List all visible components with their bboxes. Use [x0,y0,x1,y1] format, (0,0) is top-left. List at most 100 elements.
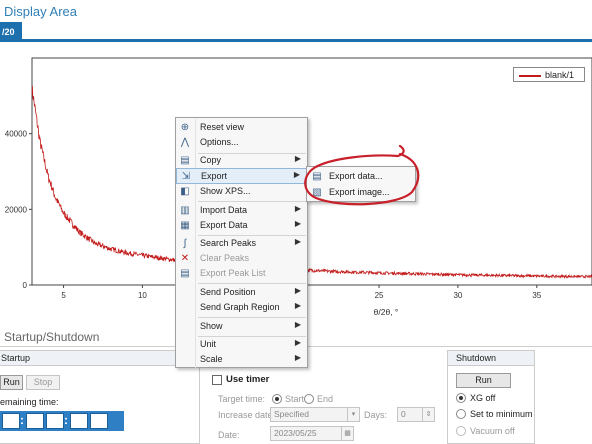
menu-item-reset-view[interactable]: ⊕ Reset view [176,120,307,136]
chevron-right-icon: ▶ [294,320,301,329]
menu-item-label: Show XPS... [200,186,251,196]
menu-item-send-graph-region[interactable]: Send Graph Region ▶ [176,300,307,316]
zoom-reset-icon: ⊕ [180,122,190,133]
calendar-icon: ▦ [341,427,353,440]
set-minimum-label: Set to minimum [470,409,533,419]
menu-item-label: Export [201,171,228,181]
menu-separator [198,283,306,284]
menu-item-label: Send Position [200,287,256,297]
startup-stop-button[interactable]: Stop [26,375,60,390]
menu-item-label: Clear Peaks [200,253,250,263]
menu-item-label: Send Graph Region [200,302,280,312]
tab-scan[interactable]: /20 [0,22,22,42]
menu-item-export-peak-list[interactable]: ▤ Export Peak List [176,266,307,282]
menu-item-options[interactable]: ⋀ Options... [176,135,307,151]
increase-date-label: Increase date: [218,410,276,420]
y-tick-label: 0 [23,281,28,290]
increase-date-select[interactable]: Specified ▾ [270,407,360,422]
shutdown-run-button[interactable]: Run [456,373,511,388]
startup-panel: Startup Run Stop emaining time: : : [0,350,200,444]
xg-off-radio[interactable] [456,393,466,403]
export-data-icon: ▦ [180,220,190,231]
target-start-label: Start [285,394,305,404]
target-start-radio[interactable] [272,394,282,404]
menu-item-label: Copy [200,155,222,165]
startup-header: Startup [0,351,199,366]
shutdown-header: Shutdown [448,351,534,366]
increase-date-value: Specified [274,409,309,419]
menu-item-export-data[interactable]: ▦ Export Data ▶ [176,218,307,234]
days-label: Days: [364,410,388,420]
tab-strip: /20 [0,22,592,42]
menu-item-export[interactable]: ⇲ Export ▶ [176,168,307,184]
menu-separator [198,201,306,202]
menu-item-label: Search Peaks [200,238,257,248]
menu-item-clear-peaks[interactable]: ✕ Clear Peaks [176,251,307,267]
copy-icon: ▤ [180,155,190,166]
context-menu: ⊕ Reset view ⋀ Options... ▤ Copy ▶ ⇲ Exp… [175,117,308,368]
menu-item-label: Reset view [200,122,245,132]
x-tick-label: 30 [453,291,462,300]
menu-item-send-position[interactable]: Send Position ▶ [176,285,307,301]
date-picker[interactable]: 2023/05/25 ▦ [270,426,354,441]
menu-item-label: Unit [200,339,217,349]
chart-legend: blank/1 [513,67,585,82]
chevron-right-icon: ▶ [294,353,301,362]
date-label: Date: [218,430,240,440]
target-time-label: Target time: [218,394,266,404]
y-tick-label: 20000 [5,205,28,214]
x-tick-label: 5 [61,291,66,300]
vacuum-off-radio[interactable] [456,426,466,436]
legend-label: blank/1 [545,70,575,80]
timer-panel: Use timer Target time: Start End Increas… [210,368,440,444]
options-chart-icon: ⋀ [180,137,190,148]
chevron-right-icon: ▶ [294,286,301,295]
timer-digit [2,413,20,429]
x-tick-label: 35 [532,291,541,300]
days-spinner[interactable]: 0 ⇕ [397,407,435,422]
menu-item-show-xps[interactable]: ◧ Show XPS... [176,184,307,200]
peak-list-icon: ▤ [180,268,190,279]
chevron-right-icon: ▶ [294,301,301,310]
menu-item-scale[interactable]: Scale ▶ [176,352,307,368]
timer-colon: : [20,413,24,427]
date-value: 2023/05/25 [274,428,317,438]
timer-colon: : [64,413,68,427]
clear-peaks-icon: ✕ [180,253,190,264]
x-tick-label: 10 [138,291,147,300]
x-tick-label: 25 [375,291,384,300]
xg-off-label: XG off [470,393,496,403]
target-end-radio[interactable] [304,394,314,404]
use-timer-checkbox[interactable] [212,375,222,385]
target-end-label: End [317,394,334,404]
y-tick-label: 40000 [5,130,28,139]
menu-item-import-data[interactable]: ▥ Import Data ▶ [176,203,307,219]
export-icon: ⇲ [181,171,191,182]
display-area-header: Display Area [0,0,592,24]
menu-separator [198,317,306,318]
set-minimum-radio[interactable] [456,409,466,419]
xps-icon: ◧ [180,186,190,197]
spinner-icon: ⇕ [422,408,434,421]
menu-item-label: Import Data [200,205,248,215]
menu-item-label: Scale [200,354,223,364]
menu-item-unit[interactable]: Unit ▶ [176,337,307,353]
search-peaks-icon: ∫ [183,238,187,249]
shutdown-panel: Shutdown Run XG off Set to minimum Vacuu… [447,350,535,444]
annotation-circle [304,144,420,206]
startup-run-button[interactable]: Run [0,375,23,390]
remaining-time-display: : : [0,411,124,431]
menu-item-label: Show [200,321,223,331]
menu-item-search-peaks[interactable]: ∫ Search Peaks ▶ [176,236,307,252]
chevron-down-icon: ▾ [347,408,359,421]
days-value: 0 [401,409,406,419]
chevron-right-icon: ▶ [294,219,301,228]
menu-item-label: Export Peak List [200,268,266,278]
timer-digit [26,413,44,429]
section-title: Startup/Shutdown [4,330,100,344]
use-timer-label: Use timer [226,374,270,385]
menu-item-copy[interactable]: ▤ Copy ▶ [176,153,307,169]
menu-item-show[interactable]: Show ▶ [176,319,307,335]
menu-item-label: Export Data [200,220,248,230]
timer-digit [90,413,108,429]
